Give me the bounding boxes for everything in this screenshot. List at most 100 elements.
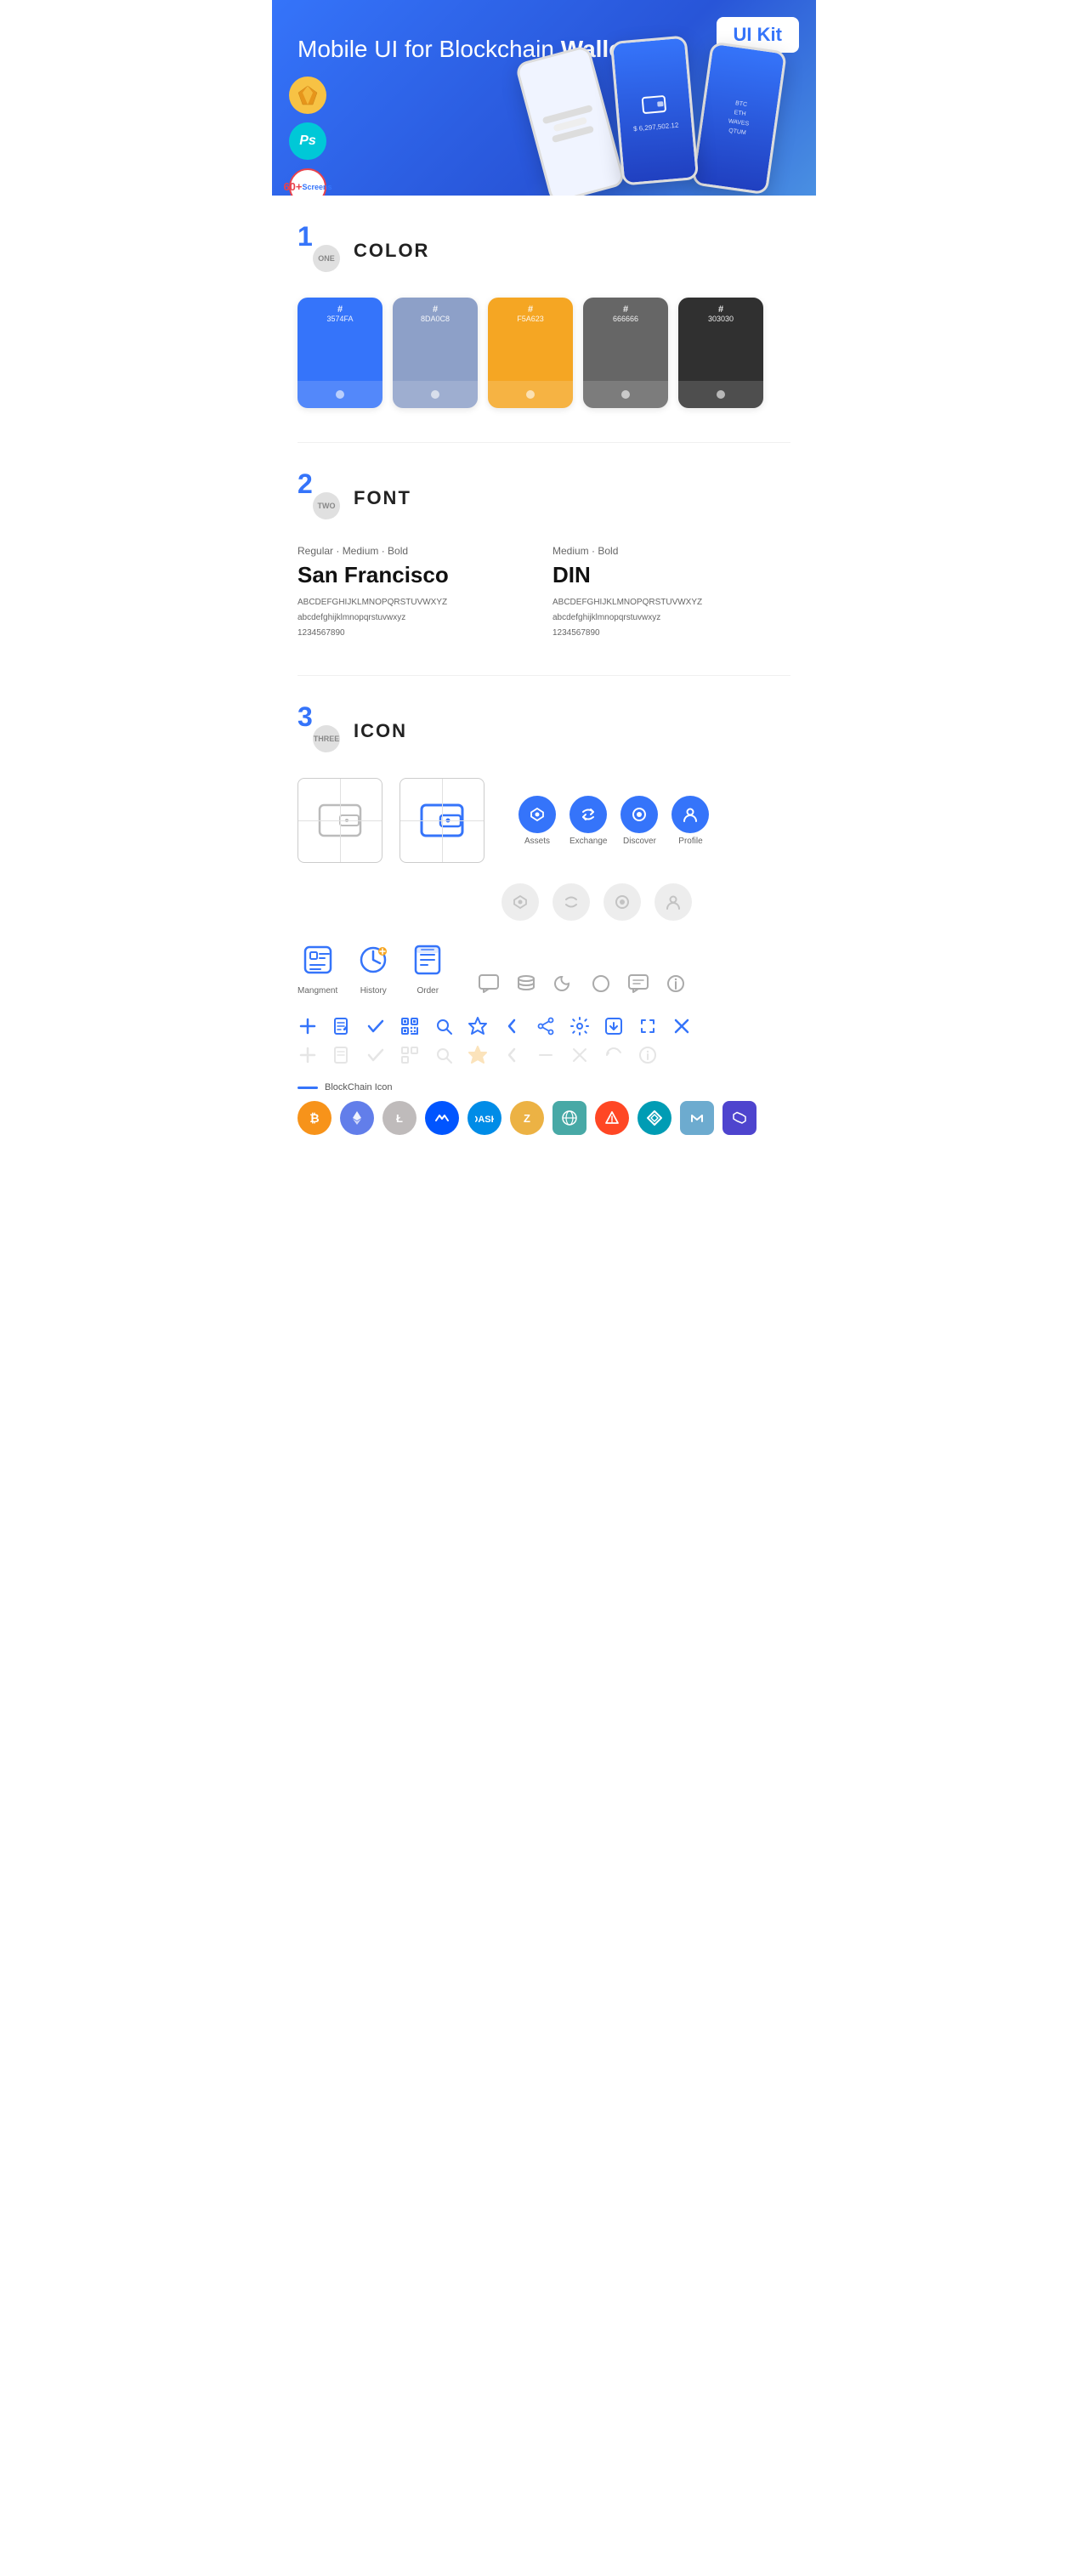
mkr-icon [680,1101,714,1135]
discover-icon [620,796,658,833]
phones-area: $ 6,297,502.12 BTC ETH WAVES QTUM [476,17,816,196]
exchange-label: Exchange [570,837,607,846]
icon-section: 3 THREE ICON [272,676,816,1169]
bat-icon [595,1101,629,1135]
color-num-circle: ONE [313,245,340,272]
ps-label: Ps [299,133,316,149]
sf-weights: Regular · Medium · Bold [298,545,536,557]
nav-icons-group: Assets Exchange [518,796,709,846]
badge-ps: Ps [289,122,326,160]
assets-icon [518,796,556,833]
discover-icon-item: Discover [620,796,658,846]
color-section: 1 ONE COLOR #3574FA #8DA0C8 #F5A623 #666… [272,196,816,442]
plus-icon [298,1016,318,1036]
management-label: Mangment [298,986,337,996]
font-sf: Regular · Medium · Bold San Francisco AB… [298,545,536,641]
refresh-dim [604,1045,624,1065]
swatch-blue: #3574FA [298,298,382,408]
arrows-dim [536,1045,556,1065]
din-weights: Medium · Bold [552,545,790,557]
badge-screens: 60+ Screens [289,168,326,196]
check-icon [366,1016,386,1036]
qr-icon [400,1016,420,1036]
order-label: Order [409,986,446,996]
screens-count: 60+ [283,180,302,194]
chevron-left-dim [502,1045,522,1065]
swatch-dark: #303030 [678,298,763,408]
icon-section-title: ICON [354,720,407,742]
profile-icon [672,796,709,833]
management-icon-item: Mangment [298,941,337,996]
exchange-icon-dimmed [552,883,590,921]
info-icon-dim [638,1045,658,1065]
font-num-big: 2 [298,470,313,497]
color-swatches: #3574FA #8DA0C8 #F5A623 #666666 #303030 [298,298,790,408]
moon-icon [552,972,575,996]
svg-text:Z: Z [524,1112,530,1125]
doc-edit-icon [332,1016,352,1036]
sf-numbers: 1234567890 [298,626,536,641]
font-section: 2 TWO FONT Regular · Medium · Bold San F… [272,443,816,675]
waves-icon [425,1101,459,1135]
profile-icon-item: Profile [672,796,709,846]
sf-abc-lower: abcdefghijklmnopqrstuvwxyz [298,610,536,626]
net-icon [552,1101,586,1135]
ltc-icon: Ł [382,1101,416,1135]
history-svg [354,941,392,979]
font-section-header: 2 TWO FONT [298,477,790,519]
star-icon-colored [468,1045,488,1065]
svg-text:₿: ₿ [309,1111,319,1125]
phone-screen-3: BTC ETH WAVES QTUM [694,44,785,192]
font-section-title: FONT [354,487,411,509]
btc-icon: ₿ [298,1101,332,1135]
assets-svg [528,805,547,824]
toolbar-icons-colored [298,1016,790,1036]
icon-num-big: 3 [298,703,313,730]
font-num-circle: TWO [313,492,340,519]
misc-icons-group [477,972,688,996]
din-abc-lower: abcdefghijklmnopqrstuvwxyz [552,610,790,626]
sf-abc-upper: ABCDEFGHIJKLMNOPQRSTUVWXYZ [298,595,536,610]
badge-sketch [289,77,326,114]
wallet-guide-filled [416,795,468,846]
svg-text:Ł: Ł [396,1112,403,1125]
share-icon [536,1016,556,1036]
profile-label: Profile [672,837,709,846]
blockchain-label-row: BlockChain Icon [298,1082,790,1092]
color-section-title: COLOR [354,240,429,262]
close-icon [672,1016,692,1036]
chat-icon [477,972,501,996]
exchange-svg [579,805,598,824]
swatch-gray-blue: #8DA0C8 [393,298,478,408]
icon-section-num: 3 THREE [298,710,340,752]
stack-icon [514,972,538,996]
svg-text:DASH: DASH [475,1115,494,1125]
info-icon [664,972,688,996]
hero-section: Mobile UI for Blockchain Wallet UI Kit P… [272,0,816,196]
circle-icon [589,972,613,996]
discover-icon-dimmed [604,883,641,921]
phone-screen-1 [518,48,623,196]
font-section-num: 2 TWO [298,477,340,519]
color-section-num: 1 ONE [298,230,340,272]
history-icon-item: History [354,941,392,996]
sf-name: San Francisco [298,562,536,588]
assets-label: Assets [518,837,556,846]
icon-section-header: 3 THREE ICON [298,710,790,752]
bc-line [298,1087,318,1089]
chat-lines-icon [626,972,650,996]
profile-icon-dimmed [654,883,692,921]
blockchain-icons-row: ₿ Ł DASH Z [298,1101,790,1135]
management-svg [299,941,337,979]
phone-mockup-3: BTC ETH WAVES QTUM [691,42,787,196]
qr-icon-dim [400,1045,420,1065]
icon-guide-row: Assets Exchange [298,778,790,863]
icon-guide-filled [400,778,484,863]
x-icon-dim [570,1045,590,1065]
icon-guide-outline [298,778,382,863]
blockchain-label: BlockChain Icon [325,1082,393,1092]
tab-icons-row: Mangment History Order [298,941,790,996]
hero-badges: Ps 60+ Screens [289,77,326,196]
swatch-orange: #F5A623 [488,298,573,408]
order-svg [409,941,446,979]
